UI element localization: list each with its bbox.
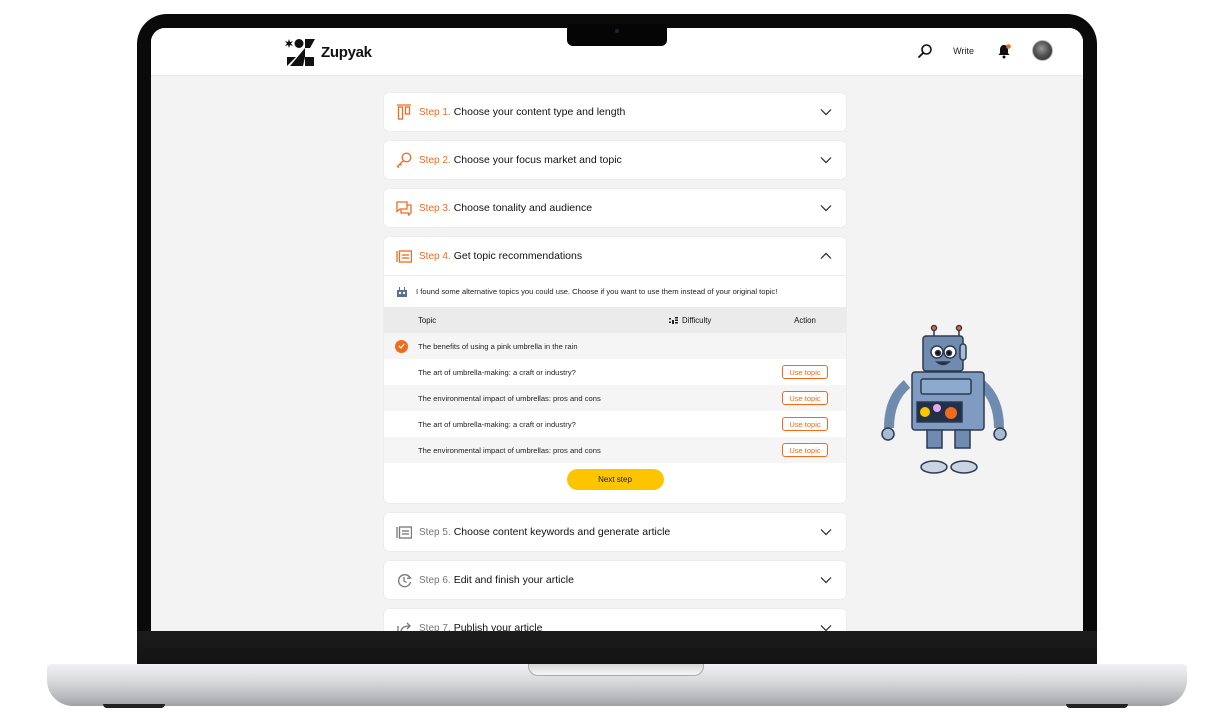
- table-row: The environmental impact of umbrellas: p…: [384, 437, 846, 463]
- step-6-header[interactable]: Step 6. Edit and finish your article: [384, 561, 846, 599]
- difficulty-label: Difficulty: [682, 315, 712, 325]
- action-cell: Use topic: [764, 443, 846, 457]
- topic-rows: The benefits of using a pink umbrella in…: [384, 333, 846, 463]
- row-selection[interactable]: [384, 339, 418, 353]
- column-topic: Topic: [418, 315, 437, 325]
- laptop-mockup: Zupyak Write Step 1. Choose your content…: [0, 0, 1219, 724]
- search-icon[interactable]: [917, 43, 933, 59]
- camera-notch: [567, 24, 667, 46]
- use-topic-button[interactable]: Use topic: [782, 391, 828, 405]
- step-5: Step 5. Choose content keywords and gene…: [383, 512, 847, 552]
- column-action: Action: [794, 315, 816, 325]
- step-7-header[interactable]: Step 7. Publish your article: [384, 609, 846, 631]
- chevron-down-icon[interactable]: [820, 204, 832, 212]
- brand-logo[interactable]: Zupyak: [285, 37, 372, 67]
- step-title: Choose your content type and length: [453, 106, 626, 118]
- step-number: Step 3.: [419, 202, 451, 214]
- step-6: Step 6. Edit and finish your article: [383, 560, 847, 600]
- columns-icon: [396, 104, 412, 120]
- chevron-down-icon[interactable]: [820, 108, 832, 116]
- step-title: Choose tonality and audience: [453, 202, 593, 214]
- step-title: Get topic recommendations: [453, 250, 583, 262]
- notification-dot: [1006, 43, 1011, 49]
- table-row: The art of umbrella-making: a craft or i…: [384, 359, 846, 385]
- laptop-foot: [103, 704, 165, 708]
- step-7: Step 7. Publish your article: [383, 608, 847, 631]
- use-topic-button[interactable]: Use topic: [782, 417, 828, 431]
- step-title: Edit and finish your article: [453, 574, 574, 586]
- steps-list: Step 1. Choose your content type and len…: [383, 92, 847, 631]
- list-icon: [396, 248, 412, 264]
- chat-icon: [396, 200, 412, 216]
- screen: Zupyak Write Step 1. Choose your content…: [151, 28, 1083, 631]
- topic-text: The environmental impact of umbrellas: p…: [418, 393, 601, 403]
- use-topic-button[interactable]: Use topic: [782, 365, 828, 379]
- step-4: Step 4. Get topic recommendations I foun…: [383, 236, 847, 504]
- topic-text: The art of umbrella-making: a craft or i…: [418, 367, 576, 377]
- step-3-header[interactable]: Step 3. Choose tonality and audience: [384, 189, 846, 227]
- topic-text: The environmental impact of umbrellas: p…: [418, 445, 601, 455]
- chevron-down-icon[interactable]: [820, 528, 832, 536]
- step-1-header[interactable]: Step 1. Choose your content type and len…: [384, 93, 846, 131]
- action-cell: Use topic: [764, 365, 846, 379]
- step-number: Step 7.: [419, 622, 451, 632]
- action-cell: Use topic: [764, 417, 846, 431]
- notice-text: I found some alternative topics you coul…: [416, 287, 778, 296]
- topic-text: The benefits of using a pink umbrella in…: [418, 341, 578, 351]
- step-4-header[interactable]: Step 4. Get topic recommendations: [384, 237, 846, 275]
- step-1: Step 1. Choose your content type and len…: [383, 92, 847, 132]
- key-icon: [396, 152, 412, 168]
- share-icon: [396, 620, 412, 631]
- recommendation-notice: I found some alternative topics you coul…: [384, 275, 846, 307]
- table-row: The environmental impact of umbrellas: p…: [384, 385, 846, 411]
- table-row: The benefits of using a pink umbrella in…: [384, 333, 846, 359]
- step-title: Publish your article: [453, 622, 543, 631]
- step-2: Step 2. Choose your focus market and top…: [383, 140, 847, 180]
- write-link[interactable]: Write: [953, 46, 974, 56]
- nav-actions: Write: [917, 40, 1053, 61]
- next-step-button[interactable]: Next step: [566, 469, 664, 490]
- chevron-down-icon[interactable]: [820, 156, 832, 164]
- robot-icon: [397, 286, 407, 297]
- chevron-up-icon[interactable]: [820, 252, 832, 260]
- chevron-down-icon[interactable]: [820, 624, 832, 631]
- step-number: Step 5.: [419, 526, 451, 538]
- clock-refresh-icon: [396, 572, 412, 588]
- user-avatar[interactable]: [1032, 40, 1053, 61]
- zupyak-logo-icon: [285, 39, 315, 66]
- list-icon: [396, 524, 412, 540]
- step-title: Choose content keywords and generate art…: [453, 526, 671, 538]
- step-title: Choose your focus market and topic: [453, 154, 622, 166]
- chevron-down-icon[interactable]: [820, 576, 832, 584]
- laptop-chin: [137, 631, 1097, 666]
- action-cell: Use topic: [764, 391, 846, 405]
- checkmark-icon[interactable]: [394, 339, 408, 353]
- laptop-foot: [1066, 704, 1128, 708]
- difficulty-bars-icon: [669, 316, 678, 324]
- step-5-header[interactable]: Step 5. Choose content keywords and gene…: [384, 513, 846, 551]
- step-number: Step 6.: [419, 574, 451, 586]
- step-3: Step 3. Choose tonality and audience: [383, 188, 847, 228]
- topic-text: The art of umbrella-making: a craft or i…: [418, 419, 576, 429]
- brand-name: Zupyak: [321, 43, 372, 61]
- use-topic-button[interactable]: Use topic: [782, 443, 828, 457]
- bell-icon[interactable]: [996, 43, 1012, 59]
- step-2-header[interactable]: Step 2. Choose your focus market and top…: [384, 141, 846, 179]
- step-number: Step 2.: [419, 154, 451, 166]
- step-number: Step 1.: [419, 106, 451, 118]
- step-number: Step 4.: [419, 250, 451, 262]
- column-difficulty[interactable]: Difficulty: [669, 316, 764, 325]
- table-header: Topic Difficulty Action: [384, 307, 846, 333]
- laptop-opening-notch: [528, 664, 704, 676]
- robot-illustration: [881, 324, 1007, 474]
- camera-icon: [615, 29, 619, 33]
- table-row: The art of umbrella-making: a craft or i…: [384, 411, 846, 437]
